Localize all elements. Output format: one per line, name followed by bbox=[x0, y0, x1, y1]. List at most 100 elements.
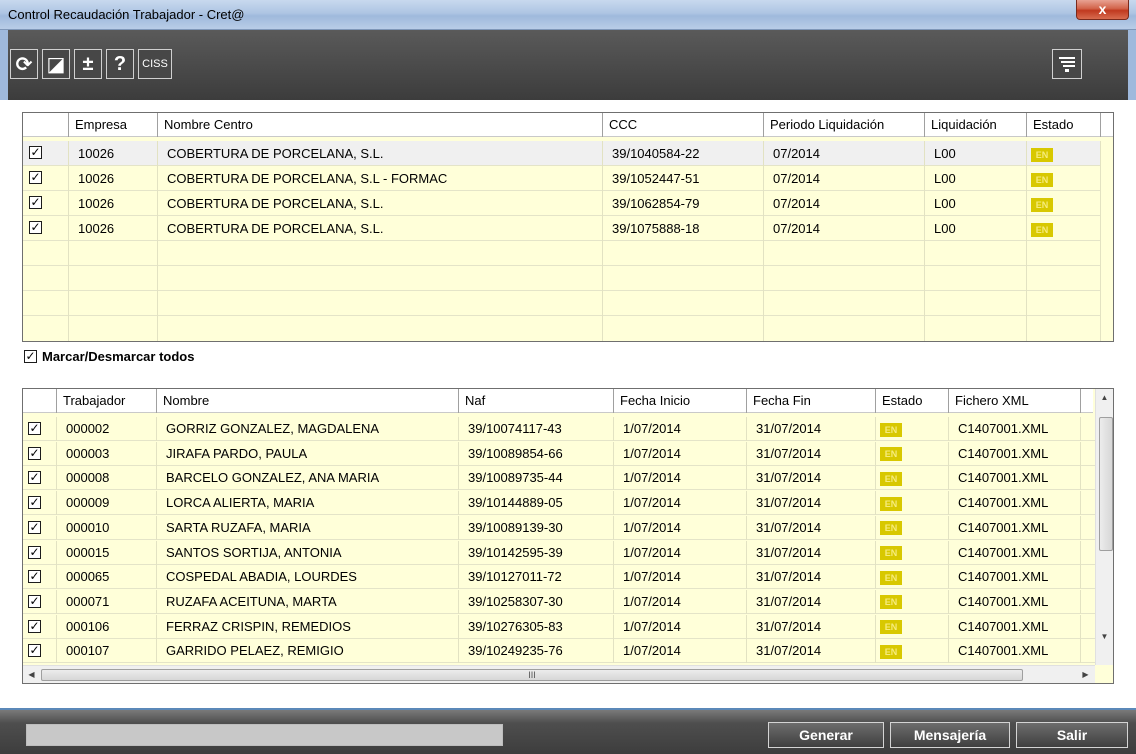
row-checkbox[interactable]: ✓ bbox=[29, 146, 42, 159]
cell-fin: 31/07/2014 bbox=[747, 565, 876, 590]
row-checkbox[interactable]: ✓ bbox=[28, 422, 41, 435]
cell-xml: C1407001.XML bbox=[949, 565, 1081, 590]
cell-fin: 31/07/2014 bbox=[747, 639, 876, 664]
cell-xml: C1407001.XML bbox=[949, 491, 1081, 516]
workers-grid: Trabajador Nombre Naf Fecha Inicio Fecha… bbox=[22, 388, 1114, 684]
cell-fin: 31/07/2014 bbox=[747, 491, 876, 516]
table-row[interactable]: ✓ 10026 COBERTURA DE PORCELANA, S.L - FO… bbox=[23, 166, 1101, 191]
header-liquidacion[interactable]: Liquidación bbox=[925, 113, 1027, 137]
row-checkbox[interactable]: ✓ bbox=[28, 570, 41, 584]
cell-periodo: 07/2014 bbox=[764, 216, 925, 241]
cell-nombre: JIRAFA PARDO, PAULA bbox=[157, 441, 459, 466]
edit-button[interactable]: ◪ bbox=[42, 49, 70, 79]
cell-xml: C1407001.XML bbox=[949, 466, 1081, 491]
table-row[interactable]: ✓ 000071 RUZAFA ACEITUNA, MARTA 39/10258307… bbox=[23, 589, 1095, 614]
filter-button[interactable] bbox=[1052, 49, 1082, 79]
cell-ccc: 39/1062854-79 bbox=[603, 191, 764, 216]
header-naf[interactable]: Naf bbox=[459, 389, 614, 413]
cell-fin: 31/07/2014 bbox=[747, 515, 876, 540]
salir-button[interactable]: Salir bbox=[1016, 722, 1128, 748]
scroll-left-icon[interactable]: ◀ bbox=[23, 666, 40, 683]
scroll-down-icon[interactable]: ▼ bbox=[1096, 628, 1113, 645]
plus-minus-button[interactable]: ± bbox=[74, 49, 102, 79]
header-estado[interactable]: Estado bbox=[876, 389, 949, 413]
table-row[interactable]: ✓ 000002 GORRIZ GONZALEZ, MAGDALENA 39/1007… bbox=[23, 417, 1095, 441]
row-checkbox[interactable]: ✓ bbox=[29, 221, 42, 234]
estado-badge: EN bbox=[880, 471, 902, 486]
cell-liquidacion: L00 bbox=[925, 166, 1027, 191]
close-button[interactable]: x bbox=[1076, 0, 1129, 20]
select-all-checkbox[interactable]: ✓ bbox=[24, 350, 37, 363]
scroll-right-icon[interactable]: ▶ bbox=[1077, 666, 1094, 683]
table-row[interactable]: ✓ 10026 COBERTURA DE PORCELANA, S.L. 39/… bbox=[23, 216, 1101, 241]
scroll-up-icon[interactable]: ▲ bbox=[1096, 389, 1113, 406]
cell-estado: EN bbox=[876, 639, 949, 664]
header-trabajador[interactable]: Trabajador bbox=[57, 389, 157, 413]
header-estado[interactable]: Estado bbox=[1027, 113, 1101, 137]
table-row[interactable]: ✓ 000003 JIRAFA PARDO, PAULA 39/10089854-66… bbox=[23, 441, 1095, 466]
cell-estado: EN bbox=[876, 515, 949, 540]
workers-vscrollbar[interactable]: ▲ ▼ bbox=[1095, 389, 1113, 665]
row-checkbox[interactable]: ✓ bbox=[28, 619, 41, 633]
cell-naf: 39/10258307-30 bbox=[459, 589, 614, 614]
row-checkbox[interactable]: ✓ bbox=[28, 545, 41, 559]
header-ccc[interactable]: CCC bbox=[603, 113, 764, 137]
table-row[interactable]: ✓ 000015 SANTOS SORTIJA, ANTONIA 39/1014259… bbox=[23, 540, 1095, 565]
cell-ccc: 39/1040584-22 bbox=[603, 141, 764, 166]
table-row[interactable]: ✓ 000107 GARRIDO PELAEZ, REMIGIO 39/1024923… bbox=[23, 639, 1095, 664]
row-checkbox[interactable]: ✓ bbox=[28, 644, 41, 658]
table-row[interactable]: ✓ 000065 COSPEDAL ABADIA, LOURDES 39/101270… bbox=[23, 565, 1095, 590]
generar-button[interactable]: Generar bbox=[768, 722, 884, 748]
hscroll-thumb[interactable]: III bbox=[41, 669, 1023, 681]
estado-badge: EN bbox=[1031, 222, 1053, 237]
centers-grid-header: Empresa Nombre Centro CCC Periodo Liquid… bbox=[23, 113, 1113, 137]
row-checkbox[interactable]: ✓ bbox=[28, 520, 41, 534]
ciss-button[interactable]: CISS bbox=[138, 49, 172, 79]
status-box bbox=[26, 724, 503, 746]
row-checkbox[interactable]: ✓ bbox=[28, 594, 41, 608]
estado-badge: EN bbox=[880, 570, 902, 585]
cell-trabajador: 000003 bbox=[57, 441, 157, 466]
cell-nombre: GARRIDO PELAEZ, REMIGIO bbox=[157, 639, 459, 664]
ciss-icon: CISS bbox=[142, 58, 168, 70]
cell-inicio: 1/07/2014 bbox=[614, 491, 747, 516]
table-row[interactable]: ✓ 10026 COBERTURA DE PORCELANA, S.L. 39/… bbox=[23, 141, 1101, 166]
cell-nombre: LORCA ALIERTA, MARIA bbox=[157, 491, 459, 516]
cell-inicio: 1/07/2014 bbox=[614, 614, 747, 639]
cell-periodo: 07/2014 bbox=[764, 141, 925, 166]
row-checkbox[interactable]: ✓ bbox=[28, 496, 41, 510]
header-fecha-inicio[interactable]: Fecha Inicio bbox=[614, 389, 747, 413]
workers-hscrollbar[interactable]: ◀ III ▶ bbox=[23, 665, 1095, 683]
cell-estado: EN bbox=[876, 466, 949, 491]
cell-naf: 39/10089854-66 bbox=[459, 441, 614, 466]
cell-trabajador: 000010 bbox=[57, 515, 157, 540]
row-checkbox[interactable]: ✓ bbox=[29, 196, 42, 209]
header-nombre[interactable]: Nombre bbox=[157, 389, 459, 413]
cell-checkbox: ✓ bbox=[23, 491, 57, 516]
refresh-button[interactable]: ⟳ bbox=[10, 49, 38, 79]
cell-ccc: 39/1052447-51 bbox=[603, 166, 764, 191]
cell-nombre: BARCELO GONZALEZ, ANA MARIA bbox=[157, 466, 459, 491]
row-checkbox[interactable]: ✓ bbox=[28, 446, 41, 460]
table-row[interactable]: ✓ 10026 COBERTURA DE PORCELANA, S.L. 39/… bbox=[23, 191, 1101, 216]
table-row[interactable]: ✓ 000106 FERRAZ CRISPIN, REMEDIOS 39/102763… bbox=[23, 614, 1095, 639]
mensajeria-button[interactable]: Mensajería bbox=[890, 722, 1010, 748]
row-checkbox[interactable]: ✓ bbox=[29, 171, 42, 184]
header-periodo[interactable]: Periodo Liquidación bbox=[764, 113, 925, 137]
header-nombre-centro[interactable]: Nombre Centro bbox=[158, 113, 603, 137]
cell-liquidacion: L00 bbox=[925, 191, 1027, 216]
toolbar: ⟳ ◪ ± ? CISS bbox=[0, 30, 1136, 100]
header-fecha-fin[interactable]: Fecha Fin bbox=[747, 389, 876, 413]
header-empresa[interactable]: Empresa bbox=[69, 113, 158, 137]
header-fichero-xml[interactable]: Fichero XML bbox=[949, 389, 1081, 413]
table-row[interactable]: ✓ 000008 BARCELO GONZALEZ, ANA MARIA 39/100… bbox=[23, 466, 1095, 491]
vscroll-thumb[interactable] bbox=[1099, 417, 1113, 551]
table-row[interactable]: ✓ 000009 LORCA ALIERTA, MARIA 39/10144889-0… bbox=[23, 491, 1095, 516]
header-checkbox-col bbox=[23, 113, 69, 137]
cell-empresa: 10026 bbox=[69, 191, 158, 216]
table-row[interactable]: ✓ 000010 SARTA RUZAFA, MARIA 39/10089139-30… bbox=[23, 515, 1095, 540]
row-checkbox[interactable]: ✓ bbox=[28, 471, 41, 485]
cell-estado: EN bbox=[1027, 141, 1101, 166]
help-button[interactable]: ? bbox=[106, 49, 134, 79]
cell-inicio: 1/07/2014 bbox=[614, 417, 747, 441]
